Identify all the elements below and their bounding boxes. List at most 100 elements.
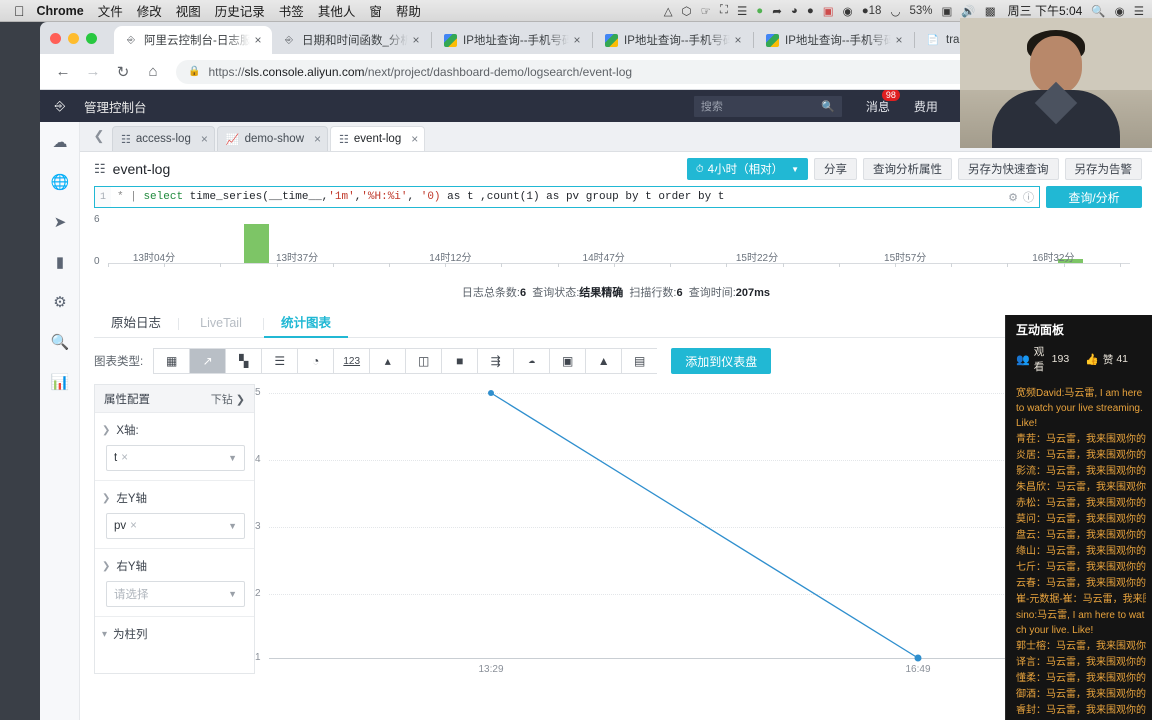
search-icon[interactable]: 🔍: [821, 100, 835, 113]
data-point[interactable]: [914, 654, 922, 662]
dot-icon[interactable]: ●: [756, 5, 763, 17]
bar-chart-icon[interactable]: ☰: [261, 348, 298, 374]
data-point[interactable]: [488, 390, 494, 396]
save-as-alert-button[interactable]: 另存为告警: [1064, 158, 1142, 180]
apple-menu-icon[interactable]: : [14, 4, 25, 18]
minimize-window-button[interactable]: [68, 32, 79, 44]
menu-file[interactable]: 文件: [98, 1, 123, 20]
sankey-chart-icon[interactable]: ▤: [621, 348, 658, 374]
x-axis-select[interactable]: t × ▼: [106, 445, 245, 471]
config-section-right-y-axis[interactable]: ❯ 右Y轴: [95, 549, 254, 578]
browser-tab-1[interactable]: ⎆ 日期和时间函数_分析语法 ×: [272, 26, 430, 54]
menu-edit[interactable]: 修改: [137, 1, 162, 20]
circle-icon[interactable]: ◉: [843, 4, 853, 18]
config-section-column-series[interactable]: ▾ 为柱列: [95, 617, 254, 646]
menu-view[interactable]: 视图: [176, 1, 201, 20]
browser-tab-2[interactable]: IP地址查询--手机号码查 ×: [433, 26, 591, 54]
menu-bookmarks[interactable]: 书签: [279, 1, 304, 20]
time-range-button[interactable]: ⏱ 4小时（相对） ▼: [686, 158, 808, 180]
histogram-bar[interactable]: [243, 224, 269, 263]
chevron-down-icon[interactable]: ▼: [228, 589, 237, 599]
radio-icon[interactable]: ◕: [791, 5, 798, 17]
config-section-x-axis[interactable]: ❯ X轴:: [95, 413, 254, 442]
query-editor[interactable]: 1 * | select time_series(__time__,'1m','…: [94, 186, 1040, 208]
mic-icon[interactable]: ●: [807, 5, 814, 17]
project-tab-close[interactable]: ×: [201, 132, 208, 146]
browser-tab-3[interactable]: IP地址查询--手机号码查 ×: [594, 26, 752, 54]
menu-chrome[interactable]: Chrome: [37, 4, 84, 18]
menubar-clock[interactable]: 周三 下午5:04: [1008, 2, 1083, 19]
console-search-input[interactable]: 搜索: [701, 98, 821, 114]
map-chart-icon[interactable]: ◫: [405, 348, 442, 374]
project-tab-demo-show[interactable]: 📈 demo-show ×: [216, 126, 329, 151]
live-chat-panel[interactable]: 互动面板 👥 观看 193 👍 赞 41 宽频David:马云雷, I am h…: [1005, 315, 1152, 720]
tab-raw-logs[interactable]: 原始日志: [94, 310, 178, 338]
hand-icon[interactable]: ☞: [701, 4, 711, 18]
rocket-icon[interactable]: ➦: [772, 4, 782, 18]
right-y-axis-select[interactable]: 请选择 ▼: [106, 581, 245, 607]
add-to-dashboard-button[interactable]: 添加到仪表盘: [671, 348, 772, 374]
home-icon[interactable]: ⌂: [140, 59, 166, 85]
tab-close-button[interactable]: ×: [569, 33, 585, 47]
browser-tab-0[interactable]: ⎆ 阿里云控制台-日志服务 ×: [114, 26, 272, 54]
area-chart-icon[interactable]: ▴: [369, 348, 406, 374]
battery-icon[interactable]: ▣: [942, 4, 953, 18]
column-chart-icon[interactable]: ▚: [225, 348, 262, 374]
chat-message-list[interactable]: 宽频David:马云雷, I am here to watch your liv…: [1006, 382, 1152, 720]
meter-icon[interactable]: ☰: [737, 4, 747, 18]
notification-count-icon[interactable]: ●18: [862, 5, 882, 17]
tab-close-button[interactable]: ×: [891, 33, 907, 47]
project-tab-close[interactable]: ×: [411, 132, 418, 146]
project-tab-event-log[interactable]: ☷ event-log ×: [330, 126, 426, 151]
thumbs-up-icon[interactable]: 👍: [1085, 353, 1099, 366]
project-tab-access-log[interactable]: ☷ access-log ×: [112, 126, 215, 151]
close-window-button[interactable]: [50, 32, 61, 44]
flow-chart-icon[interactable]: ▲: [585, 348, 622, 374]
query-properties-button[interactable]: 查询分析属性: [863, 158, 952, 180]
airplay-icon[interactable]: ⛶: [720, 4, 728, 17]
rail-item-terminal[interactable]: ▮: [40, 242, 80, 282]
run-query-button[interactable]: 查询/分析: [1046, 186, 1142, 208]
rail-item-dashboard[interactable]: 📊: [40, 362, 80, 402]
menu-people[interactable]: 其他人: [318, 1, 356, 20]
nav-messages[interactable]: 消息 98: [866, 90, 900, 115]
config-section-left-y-axis[interactable]: ❯ 左Y轴: [95, 481, 254, 510]
rail-item-globe[interactable]: 🌐: [40, 162, 80, 202]
save-as-quick-query-button[interactable]: 另存为快速查询: [958, 158, 1059, 180]
spotlight-search-icon[interactable]: 🔍: [1091, 4, 1105, 18]
treemap-chart-icon[interactable]: ▣: [549, 348, 586, 374]
aliyun-logo-icon[interactable]: ⎆: [50, 96, 70, 116]
share-button[interactable]: 分享: [814, 158, 857, 180]
gear-icon[interactable]: ⚙: [1008, 191, 1018, 204]
like-count-group[interactable]: 👍 赞 41: [1085, 352, 1128, 367]
tab-close-button[interactable]: ×: [730, 33, 746, 47]
ime-icon[interactable]: ▩: [985, 4, 996, 18]
rail-item-rocket[interactable]: ➤: [40, 202, 80, 242]
siri-icon[interactable]: ◉: [1115, 4, 1125, 18]
tab-statistics-chart[interactable]: 统计图表: [264, 310, 348, 338]
table-chart-icon[interactable]: ▦: [153, 348, 190, 374]
menu-history[interactable]: 历史记录: [215, 1, 265, 20]
drill-down-button[interactable]: 下钻 ❯: [211, 391, 245, 407]
forward-arrow-icon[interactable]: →: [80, 59, 106, 85]
query-text[interactable]: * | select time_series(__time__,'1m','%H…: [111, 191, 1008, 203]
nav-billing[interactable]: 费用: [914, 98, 938, 115]
remove-tag-button[interactable]: ×: [121, 452, 128, 464]
vpn-icon[interactable]: ⬡: [682, 4, 692, 18]
question-icon[interactable]: ⓘ: [1023, 189, 1034, 205]
project-tab-close[interactable]: ×: [314, 132, 321, 146]
chevron-down-icon[interactable]: ▼: [228, 521, 237, 531]
rail-item-cloud[interactable]: ☁: [40, 122, 80, 162]
notification-center-icon[interactable]: ☰: [1134, 4, 1144, 18]
shield-icon[interactable]: △: [664, 4, 673, 18]
pie-chart-icon[interactable]: ◔: [297, 348, 334, 374]
rail-item-search[interactable]: 🔍: [40, 322, 80, 362]
webcam-overlay[interactable]: [960, 18, 1152, 148]
tab-close-button[interactable]: ×: [250, 33, 266, 47]
chevron-down-icon[interactable]: ▼: [228, 453, 237, 463]
fire-icon[interactable]: ▣: [823, 4, 834, 18]
left-y-axis-select[interactable]: pv × ▼: [106, 513, 245, 539]
browser-tab-4[interactable]: IP地址查询--手机号码查 ×: [755, 26, 913, 54]
rail-item-settings[interactable]: ⚙: [40, 282, 80, 322]
maximize-window-button[interactable]: [86, 32, 97, 44]
